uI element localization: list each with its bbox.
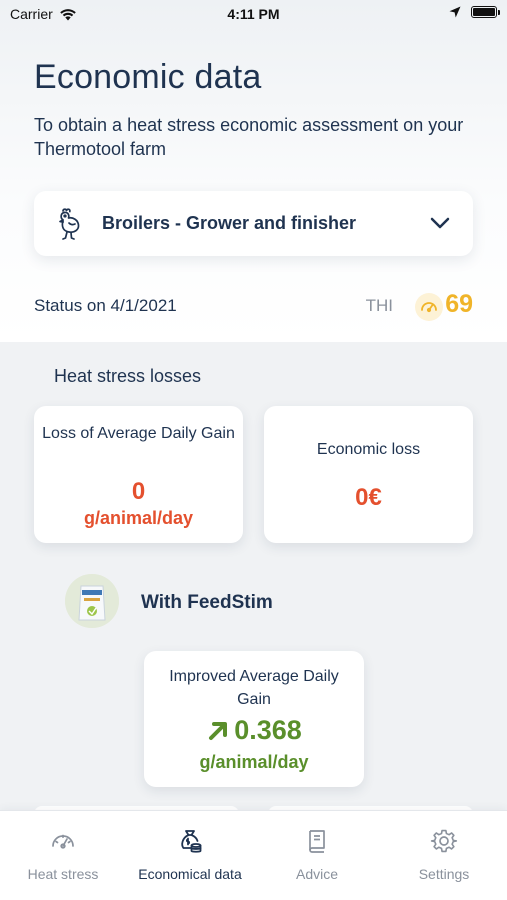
adg-loss-title: Loss of Average Daily Gain: [42, 425, 235, 442]
adg-loss-unit: g/animal/day: [83, 508, 194, 528]
header-background: [0, 0, 507, 342]
adg-loss-card: Loss of Average Daily Gain 0 g/animal/da…: [34, 406, 243, 543]
status-bar-right: [449, 6, 500, 18]
page-subtitle: To obtain a heat stress economic assessm…: [34, 115, 464, 159]
tab-bar: Heat stress Economical data Advice Setti…: [0, 810, 507, 900]
species-selector[interactable]: Broilers - Grower and finisher: [34, 191, 473, 256]
money-bag-icon: [181, 830, 202, 853]
thi-value: 69: [445, 290, 473, 318]
location-arrow-icon: [449, 6, 461, 18]
thi-label: THI: [365, 296, 393, 315]
improved-adg-value: 0.368: [234, 715, 302, 745]
adg-loss-value: 0: [131, 478, 146, 505]
tab-label: Economical data: [138, 866, 242, 882]
product-name: With FeedStim: [141, 592, 273, 613]
status-date: Status on 4/1/2021: [34, 296, 177, 315]
arrow-up-right-icon: [209, 721, 228, 740]
clock: 4:11 PM: [227, 6, 280, 22]
battery-icon: [471, 6, 500, 18]
tab-label: Advice: [295, 866, 339, 882]
economic-loss-value: 0€: [355, 484, 382, 511]
book-icon: [309, 830, 325, 853]
gear-icon: [430, 829, 458, 853]
page-title: Economic data: [34, 58, 262, 96]
feedstim-product-image: [65, 574, 119, 628]
tab-heat-stress[interactable]: Heat stress: [0, 811, 126, 900]
section-title: Heat stress losses: [54, 366, 202, 386]
improved-adg-unit: g/animal/day: [199, 752, 309, 772]
thermometer-gauge-icon: [415, 293, 443, 321]
chevron-down-icon: [430, 217, 450, 229]
tab-economical-data[interactable]: Economical data: [127, 811, 253, 900]
improved-adg-card: Improved Average Daily Gain 0.368 g/anim…: [144, 651, 364, 787]
status-bar: Carrier 4:11 PM: [0, 0, 507, 30]
tab-label: Settings: [418, 866, 470, 882]
improved-adg-row: 0.368: [144, 715, 364, 746]
tab-settings[interactable]: Settings: [381, 811, 507, 900]
tab-advice[interactable]: Advice: [254, 811, 380, 900]
chicken-icon: [59, 208, 80, 240]
economic-loss-card: Economic loss 0€: [264, 406, 473, 543]
selector-label: Broilers - Grower and finisher: [102, 213, 357, 233]
improved-adg-title: Improved Average Daily Gain: [169, 668, 339, 708]
tab-label: Heat stress: [27, 866, 99, 882]
gauge-icon: [52, 834, 74, 849]
economic-loss-title: Economic loss: [316, 441, 421, 458]
